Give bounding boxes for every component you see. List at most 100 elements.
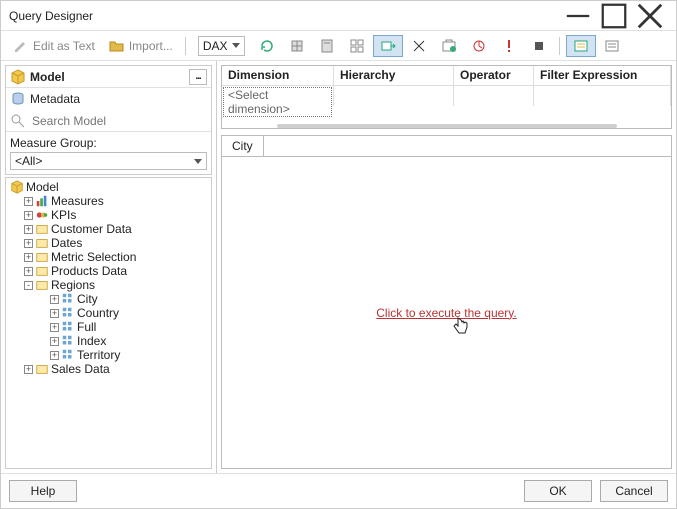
filter-header-dimension: Dimension <box>222 66 334 86</box>
auto-exec-icon <box>380 38 396 54</box>
expand-toggle[interactable]: + <box>50 295 59 304</box>
filter-header-hierarchy: Hierarchy <box>334 66 454 86</box>
tree-item-city[interactable]: + City <box>6 292 211 306</box>
tree-item-label: Products Data <box>51 264 127 278</box>
ok-button[interactable]: OK <box>524 480 592 502</box>
filter-header-operator: Operator <box>454 66 534 86</box>
filter-expression-cell[interactable] <box>534 86 671 106</box>
metadata-icon <box>10 91 26 107</box>
tree-root-label: Model <box>26 180 59 194</box>
maximize-button[interactable] <box>596 4 632 28</box>
show-aggregations-button[interactable] <box>405 35 433 57</box>
expand-toggle[interactable]: + <box>24 239 33 248</box>
execute-button[interactable] <box>465 35 493 57</box>
delete-icon <box>441 38 457 54</box>
expand-toggle[interactable]: + <box>50 323 59 332</box>
filter-header-expression: Filter Expression <box>534 66 671 86</box>
results-tab-city[interactable]: City <box>221 135 264 156</box>
warning-icon <box>501 38 517 54</box>
parameters-button[interactable] <box>598 35 626 57</box>
tree-item-label: Full <box>77 320 96 334</box>
tree-item-metric-selection[interactable]: + Metric Selection <box>6 250 211 264</box>
minimize-button[interactable] <box>560 4 596 28</box>
pencil-icon <box>13 38 29 54</box>
help-button[interactable]: Help <box>9 480 77 502</box>
edit-as-text-button[interactable]: Edit as Text <box>7 35 101 57</box>
cube-icon <box>10 69 26 85</box>
auto-execute-button[interactable] <box>373 35 403 57</box>
sigma-icon <box>411 38 427 54</box>
metadata-tab[interactable]: Metadata <box>6 88 211 110</box>
command-type-select[interactable]: DAX <box>198 36 245 56</box>
chevron-down-icon <box>232 43 240 48</box>
delete-button[interactable] <box>435 35 463 57</box>
tree-item-sales-data[interactable]: + Sales Data <box>6 362 211 376</box>
tree-item-label: Dates <box>51 236 82 250</box>
chevron-down-icon <box>194 159 202 164</box>
toolbar-separator <box>559 37 560 55</box>
attribute-icon <box>61 306 75 320</box>
folder-open-icon <box>109 38 125 54</box>
dimension-icon <box>35 362 49 376</box>
filter-operator-cell[interactable] <box>454 86 534 106</box>
expand-toggle[interactable]: + <box>50 309 59 318</box>
cancel-button[interactable]: Cancel <box>600 480 668 502</box>
measure-group-select[interactable]: <All> <box>10 152 207 170</box>
expand-toggle[interactable]: + <box>24 365 33 374</box>
expand-toggle[interactable]: + <box>50 337 59 346</box>
tree-item-index[interactable]: + Index <box>6 334 211 348</box>
metadata-label: Metadata <box>30 92 80 106</box>
model-tree[interactable]: Model + Measures + KPIs + Customer Data … <box>5 177 212 469</box>
tree-root[interactable]: Model <box>6 180 211 194</box>
cancel-query-button[interactable] <box>495 35 523 57</box>
expand-toggle[interactable]: + <box>24 225 33 234</box>
refresh-fields-button[interactable] <box>253 35 281 57</box>
model-header: Model <box>30 70 65 84</box>
tree-item-label: City <box>77 292 98 306</box>
tree-item-label: Country <box>77 306 119 320</box>
results-panel: City Click to execute the query. <box>221 135 672 469</box>
tree-item-territory[interactable]: + Territory <box>6 348 211 362</box>
expand-toggle[interactable]: + <box>24 267 33 276</box>
design-mode-button[interactable] <box>525 35 553 57</box>
expand-toggle[interactable]: + <box>24 253 33 262</box>
tree-item-kpis[interactable]: + KPIs <box>6 208 211 222</box>
cursor-hand-icon <box>453 317 469 338</box>
attribute-icon <box>61 348 75 362</box>
show-empty-cells-button[interactable] <box>343 35 371 57</box>
add-member-button[interactable] <box>283 35 311 57</box>
model-options-button[interactable]: ... <box>189 69 207 85</box>
select-dimension-cell[interactable]: <Select dimension> <box>223 87 332 117</box>
expand-toggle[interactable]: + <box>50 351 59 360</box>
edit-as-text-label: Edit as Text <box>33 39 95 53</box>
expand-toggle[interactable]: + <box>24 197 33 206</box>
kpi-icon <box>35 208 49 222</box>
tree-item-full[interactable]: + Full <box>6 320 211 334</box>
window-title: Query Designer <box>9 9 560 23</box>
tree-item-country[interactable]: + Country <box>6 306 211 320</box>
attribute-icon <box>61 320 75 334</box>
query-mode-button[interactable] <box>566 35 596 57</box>
tree-item-measures[interactable]: + Measures <box>6 194 211 208</box>
search-icon <box>10 113 26 129</box>
calculated-member-button[interactable] <box>313 35 341 57</box>
execute-query-link[interactable]: Click to execute the query. <box>376 306 517 320</box>
filter-grid: Dimension Hierarchy Operator Filter Expr… <box>221 65 672 129</box>
tree-item-label: Territory <box>77 348 120 362</box>
stop-icon <box>531 38 547 54</box>
refresh-icon <box>259 38 275 54</box>
tree-item-regions[interactable]: - Regions <box>6 278 211 292</box>
expand-toggle[interactable]: + <box>24 211 33 220</box>
toolbar-separator <box>185 37 186 55</box>
collapse-toggle[interactable]: - <box>24 281 33 290</box>
tree-item-products-data[interactable]: + Products Data <box>6 264 211 278</box>
tree-item-dates[interactable]: + Dates <box>6 236 211 250</box>
tree-item-customer-data[interactable]: + Customer Data <box>6 222 211 236</box>
close-button[interactable] <box>632 4 668 28</box>
import-label: Import... <box>129 39 173 53</box>
filter-hierarchy-cell[interactable] <box>334 86 454 106</box>
attribute-icon <box>61 334 75 348</box>
search-input[interactable] <box>30 113 207 129</box>
dimension-icon <box>35 222 49 236</box>
import-button[interactable]: Import... <box>103 35 179 57</box>
